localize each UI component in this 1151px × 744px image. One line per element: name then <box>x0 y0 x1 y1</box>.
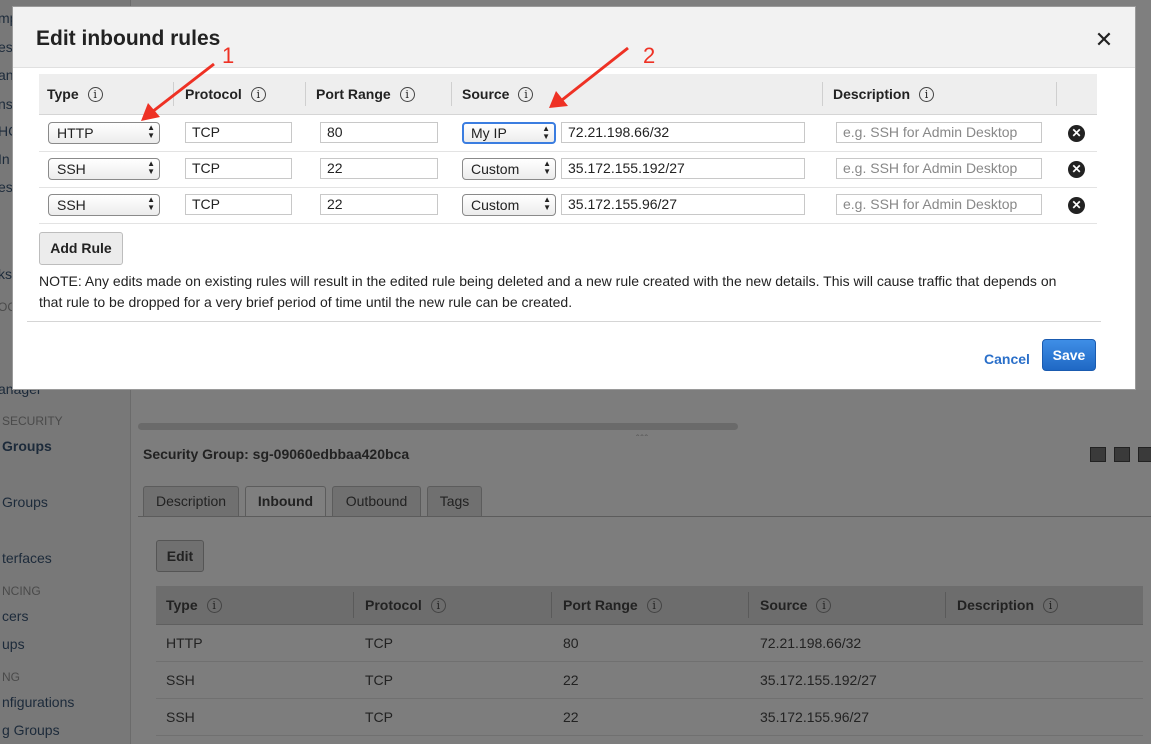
arrow-2-head <box>549 91 568 108</box>
annotation-label-1: 1 <box>222 43 235 68</box>
arrow-2-shaft <box>561 46 629 102</box>
annotation-arrow-1 <box>141 62 215 121</box>
annotation-arrow-2 <box>549 46 629 108</box>
arrow-1-head <box>141 103 160 121</box>
annotation-overlay <box>141 46 629 121</box>
annotation-label-2: 2 <box>643 43 656 68</box>
arrow-1-shaft <box>151 62 215 114</box>
